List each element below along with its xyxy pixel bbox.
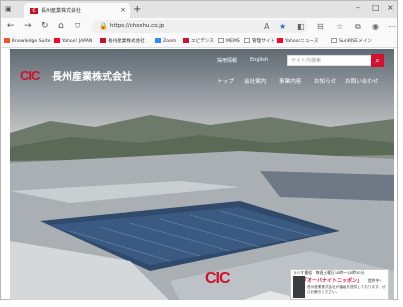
bookmark-icon [54,38,60,43]
nav-company[interactable]: 会社案内 [244,77,266,85]
split-screen-icon[interactable]: ⊟ [317,22,324,31]
refresh-icon[interactable]: ↻ [41,21,49,31]
page-icon [331,38,337,43]
bookmark-icon [183,38,189,43]
nav-contact[interactable]: お問い合わせ [345,77,379,85]
read-aloud-icon[interactable]: A [264,22,269,31]
company-name[interactable]: 長州産業株式会社 [52,68,132,83]
more-menu-icon[interactable]: ⋯ [388,22,396,31]
recruit-link[interactable]: 採用情報 [217,57,237,64]
new-tab-icon[interactable]: + [133,4,141,15]
fav-item[interactable]: 管理サイト [244,38,275,44]
search-icon: ⌕ [375,56,380,65]
forward-icon[interactable]: → [24,21,32,31]
tab-title: 長州産業株式会社 [41,8,82,14]
collections-icon[interactable]: ⧉ [355,22,361,32]
extension-icon[interactable]: ◧ [297,22,305,31]
nav-business[interactable]: 事業内容 [279,77,301,85]
nav-news[interactable]: お知らせ [314,77,336,85]
bookmark-icon [4,38,10,43]
favorites-icon[interactable]: ☆ [336,22,343,31]
close-window-icon[interactable]: × [387,3,394,12]
profile-avatar-icon[interactable]: ◉ [372,22,379,31]
search-button[interactable]: ⌕ [371,54,384,67]
fav-item[interactable]: MEMS [218,38,240,44]
search-placeholder: サイト内検索 [291,58,322,64]
nav-top[interactable]: トップ [217,77,234,85]
fav-item[interactable]: Yahoo!ニュース [277,38,319,44]
bookmark-icon [277,38,283,43]
close-tab-icon[interactable]: × [120,6,126,14]
fav-item[interactable]: 長州産業株式会社 [100,38,145,44]
english-link[interactable]: English [250,57,268,63]
company-logo[interactable]: CIC [20,68,40,83]
home-icon[interactable]: ⌂ [58,21,64,31]
site-favicon-icon: C [30,8,38,14]
notice-text: 長州産業株式会社が番組を提供しております。ぜひお聴きください。 [307,285,386,294]
favorite-star-icon[interactable]: ★ [279,22,286,31]
fav-item[interactable]: Yahoo! JAPAN [54,38,92,44]
notice-sub: 提供中! [368,278,381,283]
page-icon [218,38,224,43]
hero-image [10,49,394,300]
roof-logo-mark: CIC [205,270,231,287]
lock-icon[interactable]: 🔒 [99,22,108,30]
url-text[interactable]: https://choshu.co.jp [110,23,164,29]
fav-item[interactable]: Knowledge Suite [4,38,50,44]
minimize-icon[interactable]: – [356,3,360,12]
back-icon[interactable]: ← [7,21,15,31]
tab-actions-icon[interactable]: ▣ [5,5,12,13]
page-icon [244,38,250,43]
fav-item[interactable]: エビデンス [183,38,214,44]
fav-item[interactable]: Zoom [155,38,176,44]
maximize-icon[interactable]: □ [372,3,380,12]
shield-icon[interactable]: ⛉ [75,22,80,31]
bookmark-icon [155,38,161,43]
notice-title[interactable]: 「オーバナイトニッポン」 [302,277,362,284]
bookmark-icon [100,38,106,43]
fav-item[interactable]: SunRISEメイン [331,38,372,44]
